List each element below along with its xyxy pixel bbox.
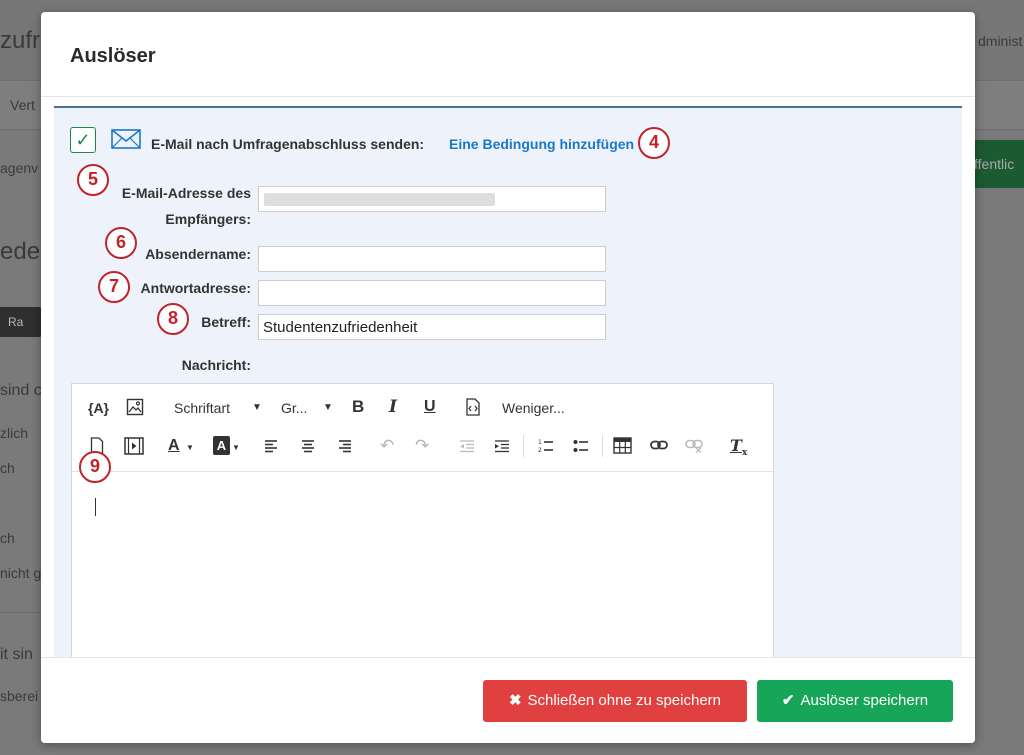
bg-text: sind c — [0, 382, 42, 399]
callout-badge: 6 — [105, 227, 137, 259]
trigger-modal: Auslöser ✓ E-Mail nach Umfragenabschluss… — [41, 12, 975, 743]
add-condition-link[interactable]: Eine Bedingung hinzufügen — [449, 136, 634, 152]
editor-toolbar: {A} Schriftart ▼ Gr... ▼ B I U Weniger..… — [72, 384, 773, 472]
envelope-icon — [111, 129, 141, 149]
align-right-icon[interactable] — [338, 439, 352, 453]
checkmark-icon: ✓ — [75, 130, 91, 150]
bg-text: sberei — [0, 688, 39, 704]
indent-icon[interactable] — [494, 439, 510, 453]
send-email-checkbox[interactable]: ✓ — [70, 127, 96, 153]
image-icon[interactable] — [126, 398, 144, 416]
bg-text: nicht g — [0, 565, 42, 581]
sender-name-label: Absendername: — [145, 246, 251, 262]
modal-title: Auslöser — [70, 45, 156, 67]
subject-field[interactable] — [258, 314, 606, 340]
save-trigger-button[interactable]: ✔ Auslöser speichern — [757, 680, 953, 722]
callout-badge: 8 — [157, 303, 189, 335]
bg-text: agenv — [0, 160, 39, 176]
callout-badge: 7 — [98, 271, 130, 303]
text-color-button[interactable]: A — [168, 436, 180, 456]
bg-divider — [0, 612, 42, 613]
subject-label: Betreff: — [201, 314, 251, 330]
close-without-save-button[interactable]: ✖ Schließen ohne zu speichern — [483, 680, 747, 722]
bg-random-button: Ra — [0, 307, 42, 337]
toolbar-separator — [602, 435, 603, 457]
bg-color-dropdown-icon[interactable]: ▼ — [232, 438, 240, 458]
source-code-icon[interactable] — [465, 398, 481, 416]
redacted-email-value — [264, 193, 495, 206]
bg-text: ch — [0, 460, 15, 476]
reply-to-label: Antwortadresse: — [140, 280, 251, 296]
bg-color-button[interactable]: A — [213, 436, 230, 455]
bg-publish-button: ffentlic — [968, 140, 1024, 188]
bold-button[interactable]: B — [352, 397, 364, 417]
link-icon[interactable] — [650, 440, 668, 450]
clear-format-button[interactable]: Tx — [730, 436, 747, 463]
bg-text: it sin — [0, 646, 33, 663]
bg-text: Vert — [10, 97, 35, 113]
bg-text: ch — [0, 530, 15, 546]
italic-button[interactable]: I — [389, 397, 397, 417]
video-icon[interactable] — [124, 437, 144, 455]
modal-footer: ✖ Schließen ohne zu speichern ✔ Auslöser s… — [41, 657, 975, 743]
font-select[interactable]: Schriftart — [174, 398, 230, 418]
size-select[interactable]: Gr... — [281, 398, 307, 418]
toolbar-separator — [523, 435, 524, 457]
table-icon[interactable] — [613, 437, 632, 454]
action-label: E-Mail nach Umfragenabschluss senden: — [151, 136, 425, 152]
recipient-label-2: Empfängers: — [165, 211, 251, 227]
callout-badge: 9 — [79, 451, 111, 483]
callout-badge: 4 — [638, 127, 670, 159]
bg-text: dminist — [978, 33, 1023, 49]
align-left-icon[interactable] — [264, 439, 278, 453]
text-color-dropdown-icon[interactable]: ▼ — [186, 438, 194, 458]
less-button[interactable]: Weniger... — [502, 398, 565, 418]
bg-text: zufri — [0, 27, 46, 54]
undo-icon[interactable]: ↶ — [380, 436, 394, 456]
underline-button[interactable]: U — [424, 397, 436, 417]
reply-to-field[interactable] — [258, 280, 606, 306]
bullet-list-icon[interactable] — [573, 438, 589, 454]
modal-header: Auslöser — [41, 12, 975, 97]
font-dropdown-icon[interactable]: ▼ — [252, 398, 262, 418]
size-dropdown-icon[interactable]: ▼ — [323, 398, 333, 418]
close-icon: ✖ — [508, 692, 522, 709]
piped-text-button[interactable]: {A} — [88, 398, 109, 418]
outdent-icon[interactable] — [459, 439, 475, 453]
modal-body: ✓ E-Mail nach Umfragenabschluss senden: … — [54, 106, 962, 659]
text-cursor — [95, 498, 96, 516]
message-label: Nachricht: — [181, 357, 251, 373]
svg-text:1: 1 — [538, 439, 542, 446]
callout-badge: 5 — [77, 164, 109, 196]
unlink-icon[interactable] — [685, 439, 703, 453]
svg-text:2: 2 — [538, 447, 542, 454]
recipient-label: E-Mail-Adresse des — [121, 185, 251, 201]
numbered-list-icon[interactable]: 1 2 — [538, 438, 554, 454]
bg-text: zlich — [0, 425, 29, 441]
redo-icon[interactable]: ↷ — [415, 436, 429, 456]
checkmark-icon: ✔ — [781, 692, 795, 709]
message-editor[interactable]: {A} Schriftart ▼ Gr... ▼ B I U Weniger..… — [71, 383, 774, 659]
sender-name-field[interactable] — [258, 246, 606, 272]
align-center-icon[interactable] — [301, 439, 315, 453]
